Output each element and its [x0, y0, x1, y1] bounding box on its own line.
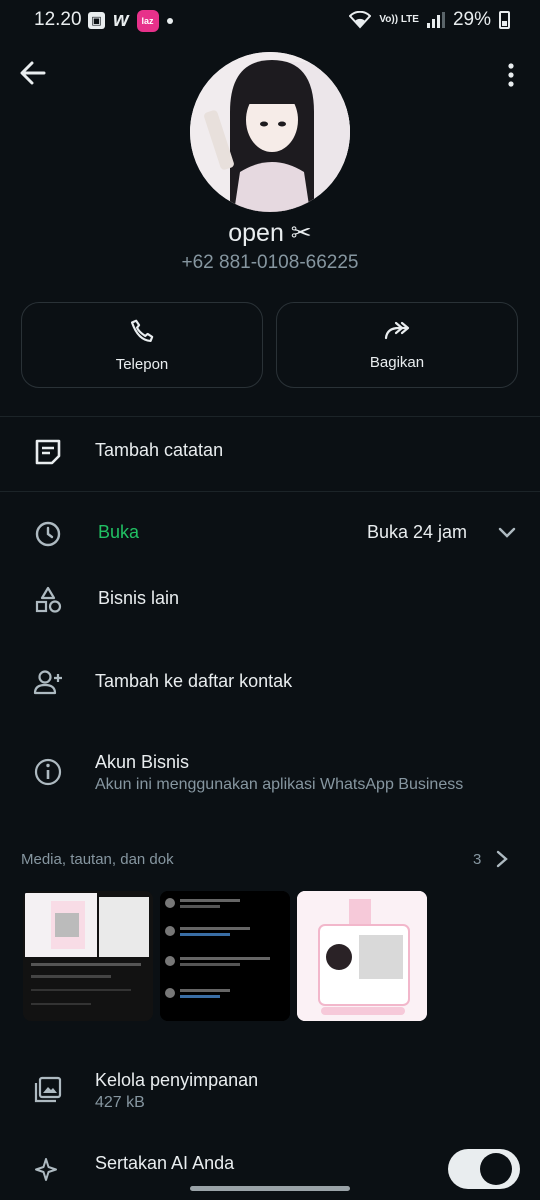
- divider: [0, 416, 540, 417]
- more-notifications-dot-icon: [166, 17, 173, 24]
- storage-size: 427 kB: [95, 1094, 145, 1111]
- add-to-contacts-label: Tambah ke daftar kontak: [95, 671, 293, 691]
- avatar-illustration: [190, 52, 350, 212]
- storage-icon: [34, 1076, 62, 1103]
- business-account-row[interactable]: [0, 740, 540, 810]
- add-note-row[interactable]: [0, 418, 540, 490]
- lazada-notification-icon: laz: [136, 9, 159, 32]
- toggle-knob: [480, 1153, 512, 1185]
- wifi-icon: [349, 11, 372, 29]
- volte-indicator: Vo)) LTE: [379, 14, 419, 25]
- business-account-subtitle: Akun ini menggunakan aplikasi WhatsApp B…: [95, 776, 464, 793]
- open-hours-value: Buka 24 jam: [367, 522, 468, 542]
- status-notification-icons: ▣ w laz: [88, 9, 173, 32]
- payment-qr-thumbnail-image: [297, 891, 427, 1021]
- chevron-down-icon[interactable]: [498, 526, 516, 540]
- more-vert-icon[interactable]: [500, 62, 522, 88]
- battery-icon: [499, 11, 510, 29]
- add-person-icon: [33, 670, 62, 695]
- note-icon: [35, 439, 61, 465]
- signal-icon: [426, 12, 445, 28]
- media-section-label: Media, tautan, dan dok: [21, 851, 174, 868]
- w-app-notification-icon: w: [113, 9, 129, 31]
- include-ai-title: Sertakan AI Anda: [95, 1153, 235, 1173]
- clock-icon: [35, 521, 61, 547]
- divider: [0, 491, 540, 492]
- open-status: Buka: [98, 522, 140, 542]
- sparkle-icon: [35, 1158, 57, 1181]
- contact-name: open ✂: [228, 219, 312, 247]
- other-business-row[interactable]: [0, 568, 540, 628]
- gallery-notification-icon: ▣: [88, 12, 105, 29]
- screenshot-thumbnail-image: [23, 891, 153, 1021]
- manage-storage-title: Kelola penyimpanan: [95, 1070, 259, 1090]
- screenshot-thumbnail-image: [160, 891, 290, 1021]
- status-time: 12.20: [34, 9, 82, 30]
- phone-icon: [130, 319, 154, 342]
- share-button-label: Bagikan: [369, 353, 425, 371]
- home-indicator[interactable]: [190, 1186, 350, 1191]
- status-right: Vo)) LTE 29%: [349, 9, 510, 31]
- media-thumbnail[interactable]: [160, 891, 290, 1021]
- media-count[interactable]: 3: [473, 851, 481, 868]
- battery-percent: 29%: [452, 9, 491, 30]
- media-thumbnail[interactable]: [23, 891, 153, 1021]
- manage-storage-row[interactable]: [0, 1060, 540, 1120]
- info-icon: [34, 758, 62, 786]
- add-note-label: Tambah catatan: [95, 440, 224, 460]
- back-arrow-icon[interactable]: [20, 60, 46, 86]
- shapes-icon: [35, 586, 62, 613]
- chevron-right-icon[interactable]: [495, 850, 509, 868]
- call-button-label: Telepon: [115, 355, 169, 373]
- contact-phone: +62 881-0108-66225: [181, 252, 359, 273]
- share-icon: [384, 321, 410, 339]
- profile-avatar[interactable]: [190, 52, 350, 212]
- media-thumbnail[interactable]: [297, 891, 427, 1021]
- share-button[interactable]: Bagikan: [276, 302, 518, 388]
- call-button[interactable]: Telepon: [21, 302, 263, 388]
- business-account-title: Akun Bisnis: [95, 752, 190, 772]
- other-business-label: Bisnis lain: [98, 588, 180, 608]
